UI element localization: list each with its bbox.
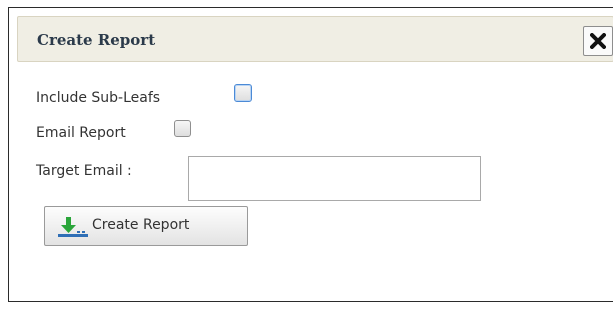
target-email-label: Target Email : bbox=[36, 163, 132, 179]
create-report-button-label: Create Report bbox=[92, 217, 190, 233]
create-report-dialog: Create Report Include Sub-Leafs Email Re… bbox=[8, 7, 613, 302]
download-icon bbox=[58, 217, 88, 237]
email-report-label: Email Report bbox=[36, 125, 126, 141]
close-icon bbox=[590, 33, 606, 49]
close-button[interactable] bbox=[583, 26, 613, 56]
target-email-input[interactable] bbox=[188, 156, 481, 201]
include-sub-leafs-label: Include Sub-Leafs bbox=[36, 90, 161, 106]
create-report-button[interactable]: Create Report bbox=[44, 206, 248, 246]
include-sub-leafs-checkbox[interactable] bbox=[234, 84, 252, 102]
dialog-titlebar: Create Report bbox=[17, 16, 613, 62]
dialog-title: Create Report bbox=[37, 31, 156, 49]
email-report-checkbox[interactable] bbox=[174, 120, 191, 137]
